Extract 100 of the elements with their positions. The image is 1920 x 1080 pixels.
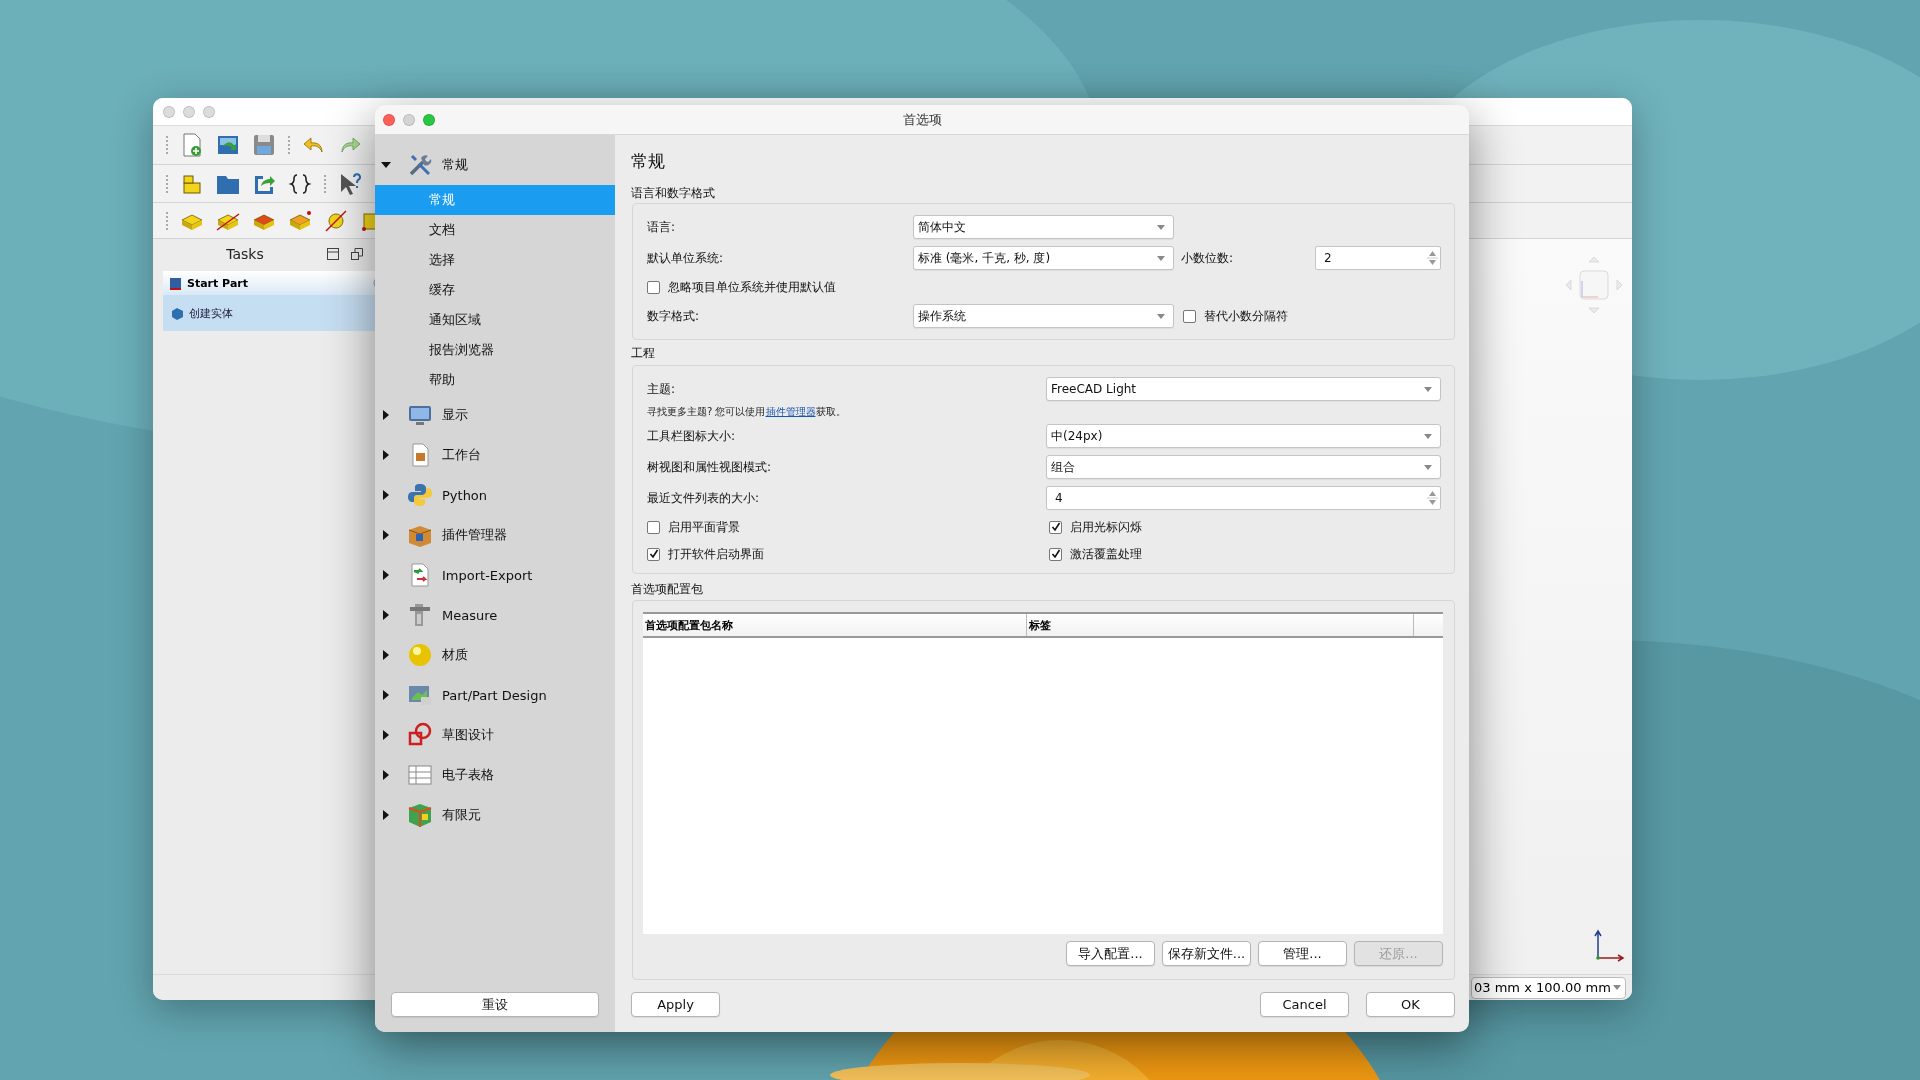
- sidebar-item[interactable]: 报告浏览器: [375, 335, 615, 365]
- sidebar-item[interactable]: 有限元: [442, 806, 481, 824]
- expand-arrow-icon[interactable]: [381, 490, 391, 500]
- section-title: Start Part: [187, 276, 249, 290]
- checkbox[interactable]: [647, 547, 660, 561]
- sidebar-item[interactable]: 电子表格: [442, 766, 494, 784]
- sidebar-item[interactable]: Part/Part Design: [442, 687, 547, 703]
- caret-icon: [1612, 985, 1621, 990]
- expand-arrow-icon[interactable]: [381, 690, 391, 700]
- checkbox[interactable]: [1049, 547, 1062, 561]
- zoom-button[interactable]: [423, 113, 435, 126]
- addon-manager-link[interactable]: 插件管理器: [765, 406, 816, 417]
- number-field[interactable]: 4: [1046, 486, 1441, 510]
- float-icon[interactable]: [351, 248, 363, 260]
- apply-button[interactable]: Apply: [631, 992, 720, 1017]
- sidebar-item[interactable]: 工作台: [442, 446, 481, 464]
- hint-text: 寻找更多主题? 您可以使用插件管理器获取。: [647, 405, 847, 419]
- action-button[interactable]: 导入配置...: [1066, 941, 1155, 966]
- expand-arrow-icon[interactable]: [381, 770, 391, 780]
- dropdown[interactable]: 标准 (毫米, 千克, 秒, 度): [913, 246, 1174, 270]
- checkbox-label: 忽略项目单位系统并使用默认值: [668, 278, 836, 296]
- axis-icon: [1592, 928, 1626, 964]
- save-icon[interactable]: [251, 132, 277, 158]
- dropdown[interactable]: 组合: [1046, 455, 1441, 479]
- expand-arrow-icon[interactable]: [381, 650, 391, 660]
- expand-arrow-icon[interactable]: [381, 450, 391, 460]
- sidebar-item[interactable]: Python: [442, 487, 488, 503]
- field-label: 小数位数:: [1181, 249, 1235, 267]
- close-button[interactable]: [383, 113, 395, 126]
- category-icon: [407, 762, 433, 788]
- section-title: 工程: [631, 345, 656, 361]
- checkbox[interactable]: [1049, 520, 1062, 534]
- checkbox-label: 启用平面背景: [668, 518, 740, 536]
- dropdown[interactable]: 操作系统: [913, 304, 1174, 328]
- category-icon: [407, 722, 433, 748]
- expand-arrow-icon[interactable]: [381, 810, 391, 820]
- section-title: 语言和数字格式: [631, 185, 716, 201]
- panel-title: Tasks: [225, 246, 265, 262]
- task-link[interactable]: 创建实体: [189, 305, 233, 321]
- expand-arrow-icon[interactable]: [381, 530, 391, 540]
- stepper-icon[interactable]: [1427, 488, 1438, 508]
- stepper-icon[interactable]: [1427, 248, 1438, 268]
- action-button[interactable]: 保存新文件...: [1162, 941, 1251, 966]
- category-icon: [407, 802, 433, 828]
- category-icon: [407, 152, 433, 178]
- field-label: 工具栏图标大小:: [647, 427, 737, 445]
- column-header[interactable]: 首选项配置包名称: [643, 614, 1027, 636]
- field-label: 数字格式:: [647, 307, 701, 325]
- dropdown[interactable]: 简体中文: [913, 215, 1174, 239]
- field-label: 默认单位系统:: [647, 249, 725, 267]
- expand-arrow-icon[interactable]: [381, 160, 391, 170]
- sidebar-item[interactable]: 草图设计: [442, 726, 494, 744]
- dropdown[interactable]: FreeCAD Light: [1046, 377, 1441, 401]
- expand-arrow-icon[interactable]: [381, 410, 391, 420]
- field-label: 语言:: [647, 218, 677, 236]
- checkbox-label: 激活覆盖处理: [1070, 545, 1142, 563]
- caret-icon: [1157, 255, 1165, 261]
- field-label: 主题:: [647, 380, 677, 398]
- category-icon: [407, 482, 433, 508]
- caret-icon: [1157, 224, 1165, 230]
- field-label: 最近文件列表的大小:: [647, 489, 761, 507]
- sidebar-item[interactable]: 文档: [375, 215, 615, 245]
- section-title: 首选项配置包: [631, 581, 704, 597]
- sidebar-item[interactable]: 通知区域: [375, 305, 615, 335]
- sidebar-item[interactable]: 材质: [442, 646, 468, 664]
- column-header[interactable]: 标签: [1027, 614, 1414, 636]
- category-icon: [407, 642, 433, 668]
- checkbox[interactable]: [1183, 309, 1196, 323]
- sidebar-item[interactable]: 缓存: [375, 275, 615, 305]
- reset-button[interactable]: 重设: [391, 992, 599, 1017]
- sidebar-item[interactable]: 显示: [442, 406, 468, 424]
- expand-arrow-icon[interactable]: [381, 570, 391, 580]
- number-field[interactable]: 2: [1315, 246, 1441, 270]
- checkbox[interactable]: [647, 520, 660, 534]
- checkbox-label: 打开软件启动界面: [668, 545, 764, 563]
- caret-icon: [1424, 464, 1432, 470]
- dock-icon[interactable]: [327, 248, 339, 260]
- caret-icon: [1157, 313, 1165, 319]
- sidebar-item[interactable]: 选择: [375, 245, 615, 275]
- checkbox[interactable]: [647, 280, 660, 294]
- checkbox-label: 启用光标闪烁: [1070, 518, 1142, 536]
- expand-arrow-icon[interactable]: [381, 730, 391, 740]
- sidebar-item[interactable]: Measure: [442, 607, 498, 623]
- cube-icon: [169, 276, 183, 290]
- body-icon: [171, 306, 184, 320]
- ok-button[interactable]: OK: [1366, 992, 1455, 1017]
- dimension-field[interactable]: 03 mm x 100.00 mm: [1471, 976, 1626, 999]
- action-button[interactable]: 管理...: [1258, 941, 1347, 966]
- sidebar-item[interactable]: 常规: [442, 156, 468, 174]
- category-icon: [407, 602, 433, 628]
- dropdown[interactable]: 中(24px): [1046, 424, 1441, 448]
- sidebar-item[interactable]: Import-Export: [442, 567, 533, 583]
- sidebar-item[interactable]: 帮助: [375, 365, 615, 395]
- cancel-button[interactable]: Cancel: [1260, 992, 1349, 1017]
- caret-icon: [1424, 433, 1432, 439]
- field-label: 树视图和属性视图模式:: [647, 458, 773, 476]
- sidebar-item[interactable]: 插件管理器: [442, 526, 507, 544]
- expand-arrow-icon[interactable]: [381, 610, 391, 620]
- caret-icon: [1424, 386, 1432, 392]
- revolve-icon[interactable]: [323, 207, 349, 234]
